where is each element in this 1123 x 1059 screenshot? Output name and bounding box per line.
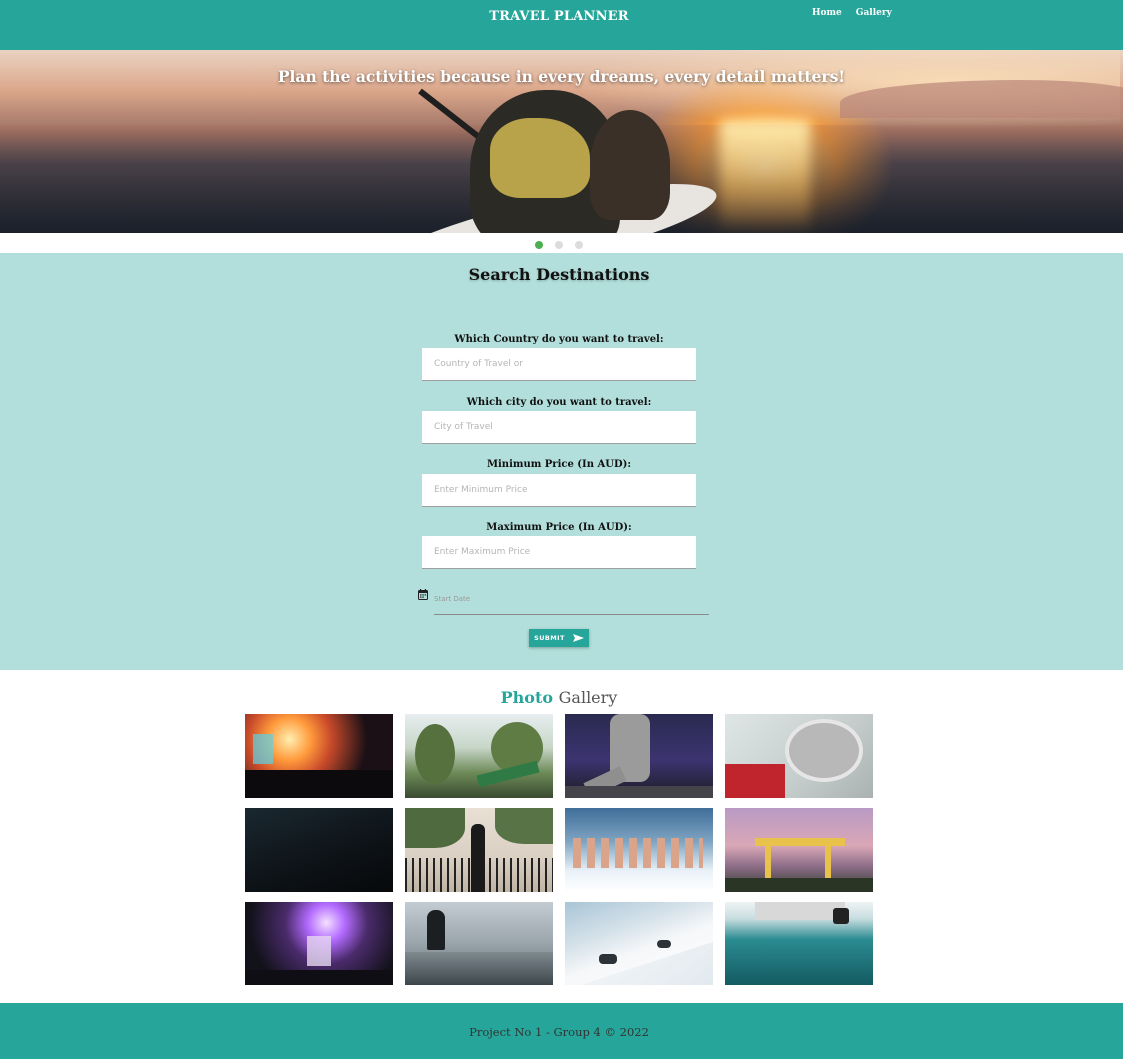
submit-button-label: SUBMIT <box>534 634 565 642</box>
country-input[interactable] <box>422 348 696 381</box>
carousel-dot-3[interactable] <box>575 241 583 249</box>
max-price-label: Maximum Price (In AUD): <box>486 522 632 533</box>
photo-gallery-title: Photo Gallery <box>0 688 1118 707</box>
search-section-title: Search Destinations <box>468 265 650 284</box>
gallery-photo-1[interactable] <box>245 714 393 798</box>
min-price-label: Minimum Price (In AUD): <box>486 459 632 470</box>
nav-link-gallery[interactable]: Gallery <box>856 8 892 18</box>
gallery-photo-4[interactable] <box>725 714 873 798</box>
gallery-photo-3[interactable] <box>565 714 713 798</box>
city-input[interactable] <box>422 411 696 444</box>
max-price-input[interactable] <box>422 536 696 569</box>
nav-links: Home Gallery <box>812 8 892 18</box>
city-label: Which city do you want to travel: <box>466 397 652 408</box>
footer: Project No 1 - Group 4 © 2022 <box>0 1003 1123 1059</box>
gallery-title-rest: Gallery <box>558 688 618 707</box>
hero-carousel-image: Plan the activities because in every dre… <box>0 50 1123 233</box>
carousel-dot-2[interactable] <box>555 241 563 249</box>
gallery-photo-11[interactable] <box>565 902 713 985</box>
send-icon <box>572 634 584 642</box>
gallery-photo-12[interactable] <box>725 902 873 985</box>
country-label: Which Country do you want to travel: <box>454 334 664 345</box>
gallery-photo-7[interactable] <box>565 808 713 892</box>
nav-link-home[interactable]: Home <box>812 8 842 18</box>
gallery-photo-8[interactable] <box>725 808 873 892</box>
carousel-dot-1[interactable] <box>535 241 543 249</box>
min-price-input[interactable] <box>422 474 696 507</box>
calendar-icon <box>418 589 428 600</box>
submit-button[interactable]: SUBMIT <box>529 629 589 647</box>
search-destinations-section: Search Destinations Which Country do you… <box>0 253 1123 670</box>
footer-copyright: Project No 1 - Group 4 © 2022 <box>469 1025 649 1039</box>
gallery-photo-5[interactable] <box>245 808 393 892</box>
gallery-photo-9[interactable] <box>245 902 393 985</box>
start-date-input[interactable] <box>434 584 709 615</box>
gallery-photo-2[interactable] <box>405 714 553 798</box>
brand-logo-text[interactable]: TRAVEL PLANNER <box>0 9 1118 24</box>
carousel-indicators <box>535 241 583 249</box>
gallery-title-highlight: Photo <box>500 688 554 707</box>
hero-caption: Plan the activities because in every dre… <box>277 67 846 86</box>
top-navbar: TRAVEL PLANNER Home Gallery <box>0 0 1123 50</box>
gallery-photo-10[interactable] <box>405 902 553 985</box>
gallery-photo-6[interactable] <box>405 808 553 892</box>
